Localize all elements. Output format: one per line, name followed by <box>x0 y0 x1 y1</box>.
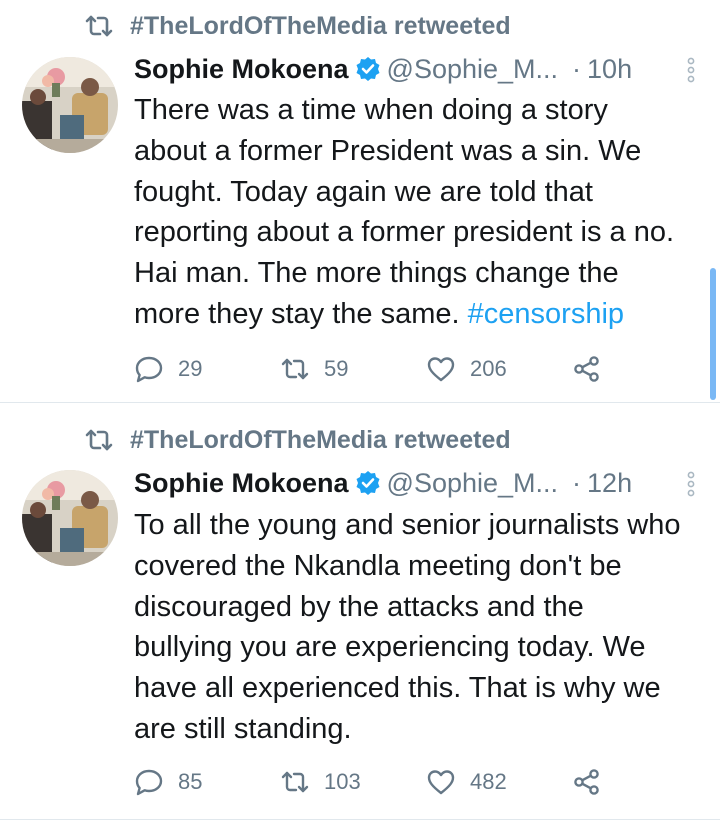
share-button[interactable] <box>572 767 616 797</box>
avatar-image <box>22 57 118 153</box>
retweet-context-label: #TheLordOfTheMedia retweeted <box>130 11 511 40</box>
like-button[interactable]: 482 <box>426 767 507 797</box>
reply-icon <box>135 356 163 383</box>
more-icon[interactable] <box>686 471 696 497</box>
share-button[interactable] <box>572 354 616 384</box>
retweet-button[interactable]: 59 <box>280 354 348 384</box>
tweet-text-line: There was a time when doing a story <box>134 94 608 126</box>
like-icon <box>427 357 455 382</box>
tweet-2[interactable]: #TheLordOfTheMedia retweeted Sophie Moko… <box>0 404 720 820</box>
retweet-count: 103 <box>324 769 361 794</box>
avatar[interactable] <box>22 57 118 153</box>
tweet-text-line: covered the Nkandla meeting don't be <box>134 549 622 582</box>
retweet-context: #TheLordOfTheMedia retweeted <box>84 423 511 457</box>
retweet-icon <box>281 358 309 380</box>
share-icon <box>574 769 599 795</box>
tweet-1[interactable]: #TheLordOfTheMedia retweeted Sophie Moko… <box>0 0 720 403</box>
retweet-count: 59 <box>324 356 349 381</box>
like-count: 206 <box>470 356 507 381</box>
action-bar: 85 103 482 <box>134 766 614 798</box>
reply-button[interactable]: 85 <box>134 767 202 797</box>
share-icon <box>574 356 599 382</box>
retweet-button[interactable]: 103 <box>280 767 361 797</box>
retweet-context: #TheLordOfTheMedia retweeted <box>84 9 511 43</box>
verified-badge-icon <box>356 471 380 495</box>
avatar[interactable] <box>22 470 118 566</box>
like-count: 482 <box>470 769 507 794</box>
separator-dot: · <box>572 53 582 84</box>
like-button[interactable]: 206 <box>426 354 507 384</box>
retweet-icon <box>85 15 113 37</box>
tweet-header: Sophie Mokoena @Sophie_M... · 12h <box>134 465 702 501</box>
author-name[interactable]: Sophie Mokoena <box>134 468 349 499</box>
author-name[interactable]: Sophie Mokoena <box>134 54 349 85</box>
hashtag-link[interactable]: #censorship <box>468 298 624 330</box>
tweet-text-line: bullying you are experiencing today. We <box>134 631 646 664</box>
tweet-text-line: fought. Today again we are told that <box>134 175 593 208</box>
more-icon[interactable] <box>686 57 696 83</box>
scrollbar-thumb[interactable] <box>710 268 716 400</box>
retweet-icon <box>85 429 113 451</box>
author-handle[interactable]: @Sophie_M... <box>387 54 559 85</box>
tweet-text-line: reporting about a former president is a … <box>134 216 675 249</box>
tweet-text-line: more they stay the same. #censorship <box>134 294 709 335</box>
retweet-context-label: #TheLordOfTheMedia retweeted <box>130 425 511 454</box>
reply-icon <box>135 769 163 796</box>
separator-dot: · <box>572 467 582 498</box>
like-icon <box>427 770 455 795</box>
retweet-icon <box>281 771 309 793</box>
reply-button[interactable]: 29 <box>134 354 202 384</box>
tweet-text-line: discouraged by the attacks and the <box>134 590 584 623</box>
avatar-image <box>22 470 118 566</box>
tweet-text: To all the young and senior journalists … <box>134 505 709 750</box>
tweet-text-line: have all experienced this. That is why w… <box>134 672 661 705</box>
tweet-text: There was a time when doing a story abou… <box>134 90 709 335</box>
tweet-text-line: about a former President was a sin. We <box>134 134 642 167</box>
tweet-text-line: Hai man. The more things change the <box>134 257 619 290</box>
tweet-text-fragment: more they stay the same. <box>134 297 468 330</box>
timestamp[interactable]: 10h <box>587 54 632 85</box>
author-handle[interactable]: @Sophie_M... <box>387 468 559 499</box>
tweet-text-line: To all the young and senior journalists … <box>134 509 681 541</box>
reply-count: 29 <box>178 356 203 381</box>
tweet-text-line: are still standing. <box>134 712 352 745</box>
timestamp[interactable]: 12h <box>587 468 632 499</box>
verified-badge-icon <box>356 57 380 81</box>
action-bar: 29 59 206 <box>134 353 614 385</box>
tweet-header: Sophie Mokoena @Sophie_M... · 10h <box>134 51 702 87</box>
reply-count: 85 <box>178 769 203 794</box>
